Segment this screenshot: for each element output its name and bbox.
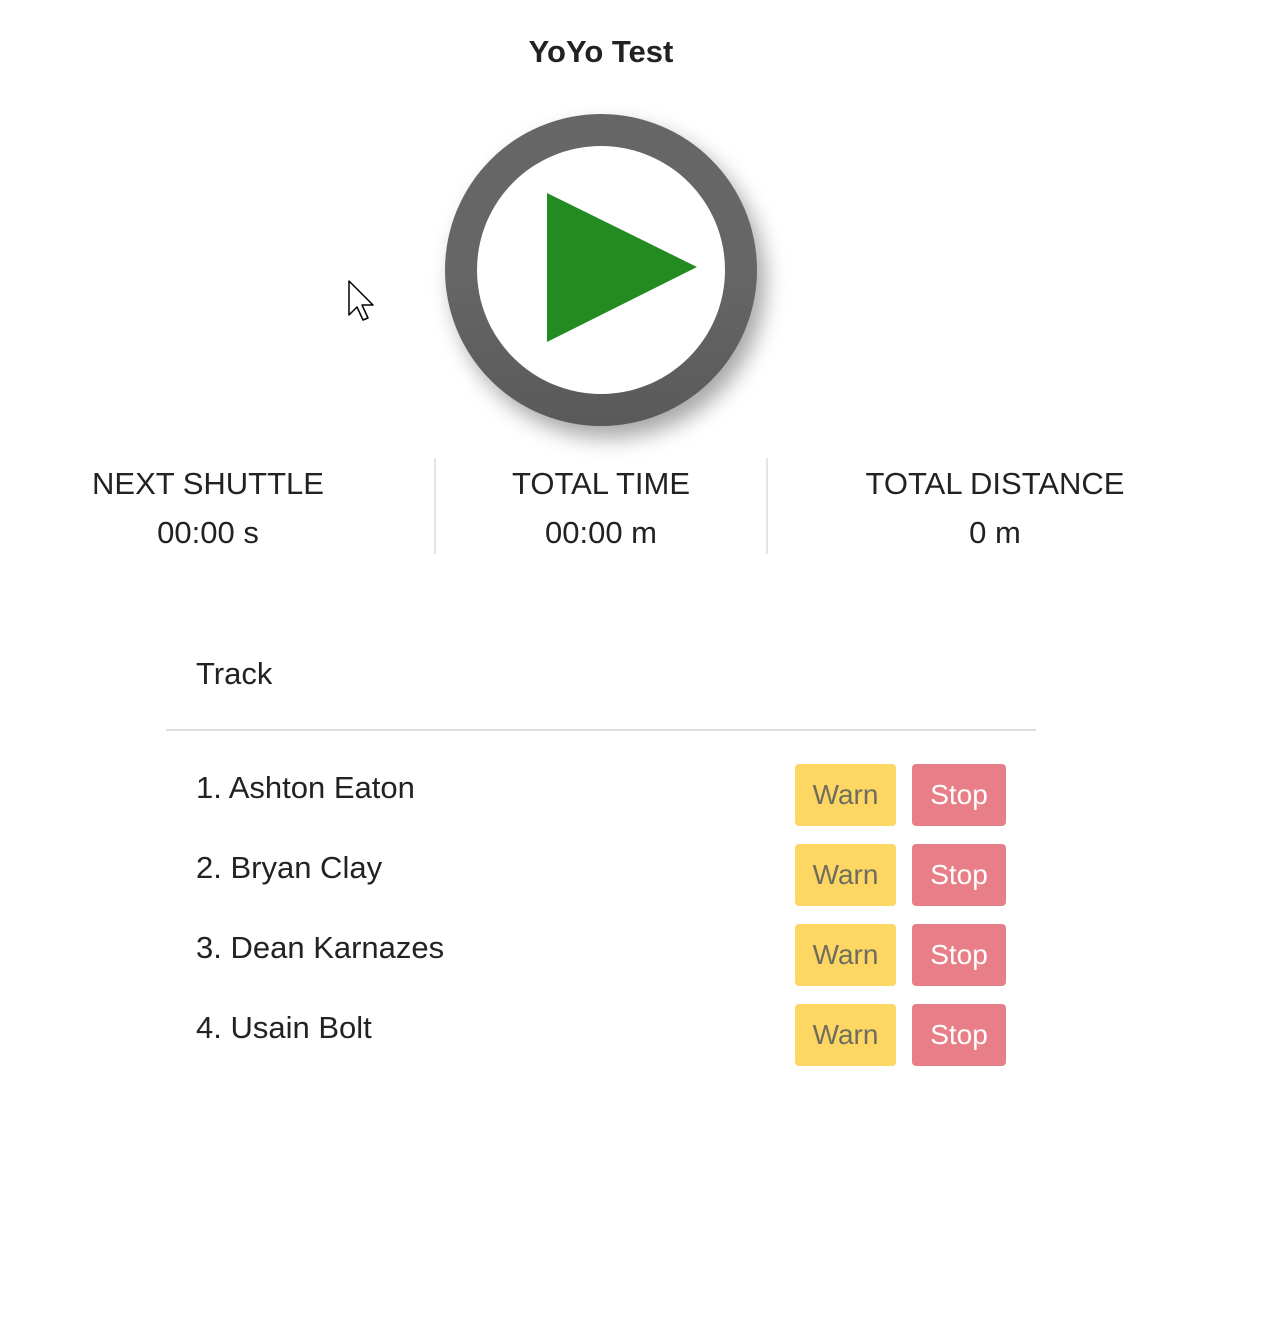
- stop-button[interactable]: Stop: [912, 924, 1006, 986]
- warn-button[interactable]: Warn: [795, 844, 896, 906]
- page-title: YoYo Test: [528, 34, 674, 69]
- athlete-row: 1. Ashton Eaton Warn Stop: [166, 764, 1036, 826]
- track-divider: [166, 729, 1036, 731]
- track-heading: Track: [196, 656, 273, 691]
- stop-button[interactable]: Stop: [912, 764, 1006, 826]
- athlete-name: 4. Usain Bolt: [196, 1010, 372, 1045]
- athlete-row: 2. Bryan Clay Warn Stop: [166, 844, 1036, 906]
- stop-button[interactable]: Stop: [912, 844, 1006, 906]
- warn-button[interactable]: Warn: [795, 924, 896, 986]
- play-button[interactable]: [445, 114, 757, 426]
- warn-button[interactable]: Warn: [795, 764, 896, 826]
- stat-next-shuttle: NEXT SHUTTLE 00:00 s: [28, 458, 388, 554]
- athlete-row: 3. Dean Karnazes Warn Stop: [166, 924, 1036, 986]
- athlete-name: 1. Ashton Eaton: [196, 770, 415, 805]
- stat-value: 0 m: [969, 515, 1021, 550]
- stop-button[interactable]: Stop: [912, 1004, 1006, 1066]
- athlete-row: 4. Usain Bolt Warn Stop: [166, 1004, 1036, 1066]
- athlete-name: 3. Dean Karnazes: [196, 930, 445, 965]
- stat-total-time: TOTAL TIME 00:00 m: [436, 458, 766, 554]
- stat-label: TOTAL TIME: [512, 466, 690, 501]
- stat-label: NEXT SHUTTLE: [92, 466, 324, 501]
- stat-label: TOTAL DISTANCE: [865, 466, 1125, 501]
- stat-value: 00:00 m: [544, 515, 657, 550]
- stats-panel: NEXT SHUTTLE 00:00 s TOTAL TIME 00:00 m …: [0, 458, 1202, 554]
- stat-total-distance: TOTAL DISTANCE 0 m: [768, 458, 1222, 554]
- mouse-pointer-icon: [348, 280, 374, 321]
- stat-value: 00:00 s: [157, 515, 259, 550]
- athlete-name: 2. Bryan Clay: [196, 850, 383, 885]
- warn-button[interactable]: Warn: [795, 1004, 896, 1066]
- play-icon[interactable]: [547, 193, 697, 343]
